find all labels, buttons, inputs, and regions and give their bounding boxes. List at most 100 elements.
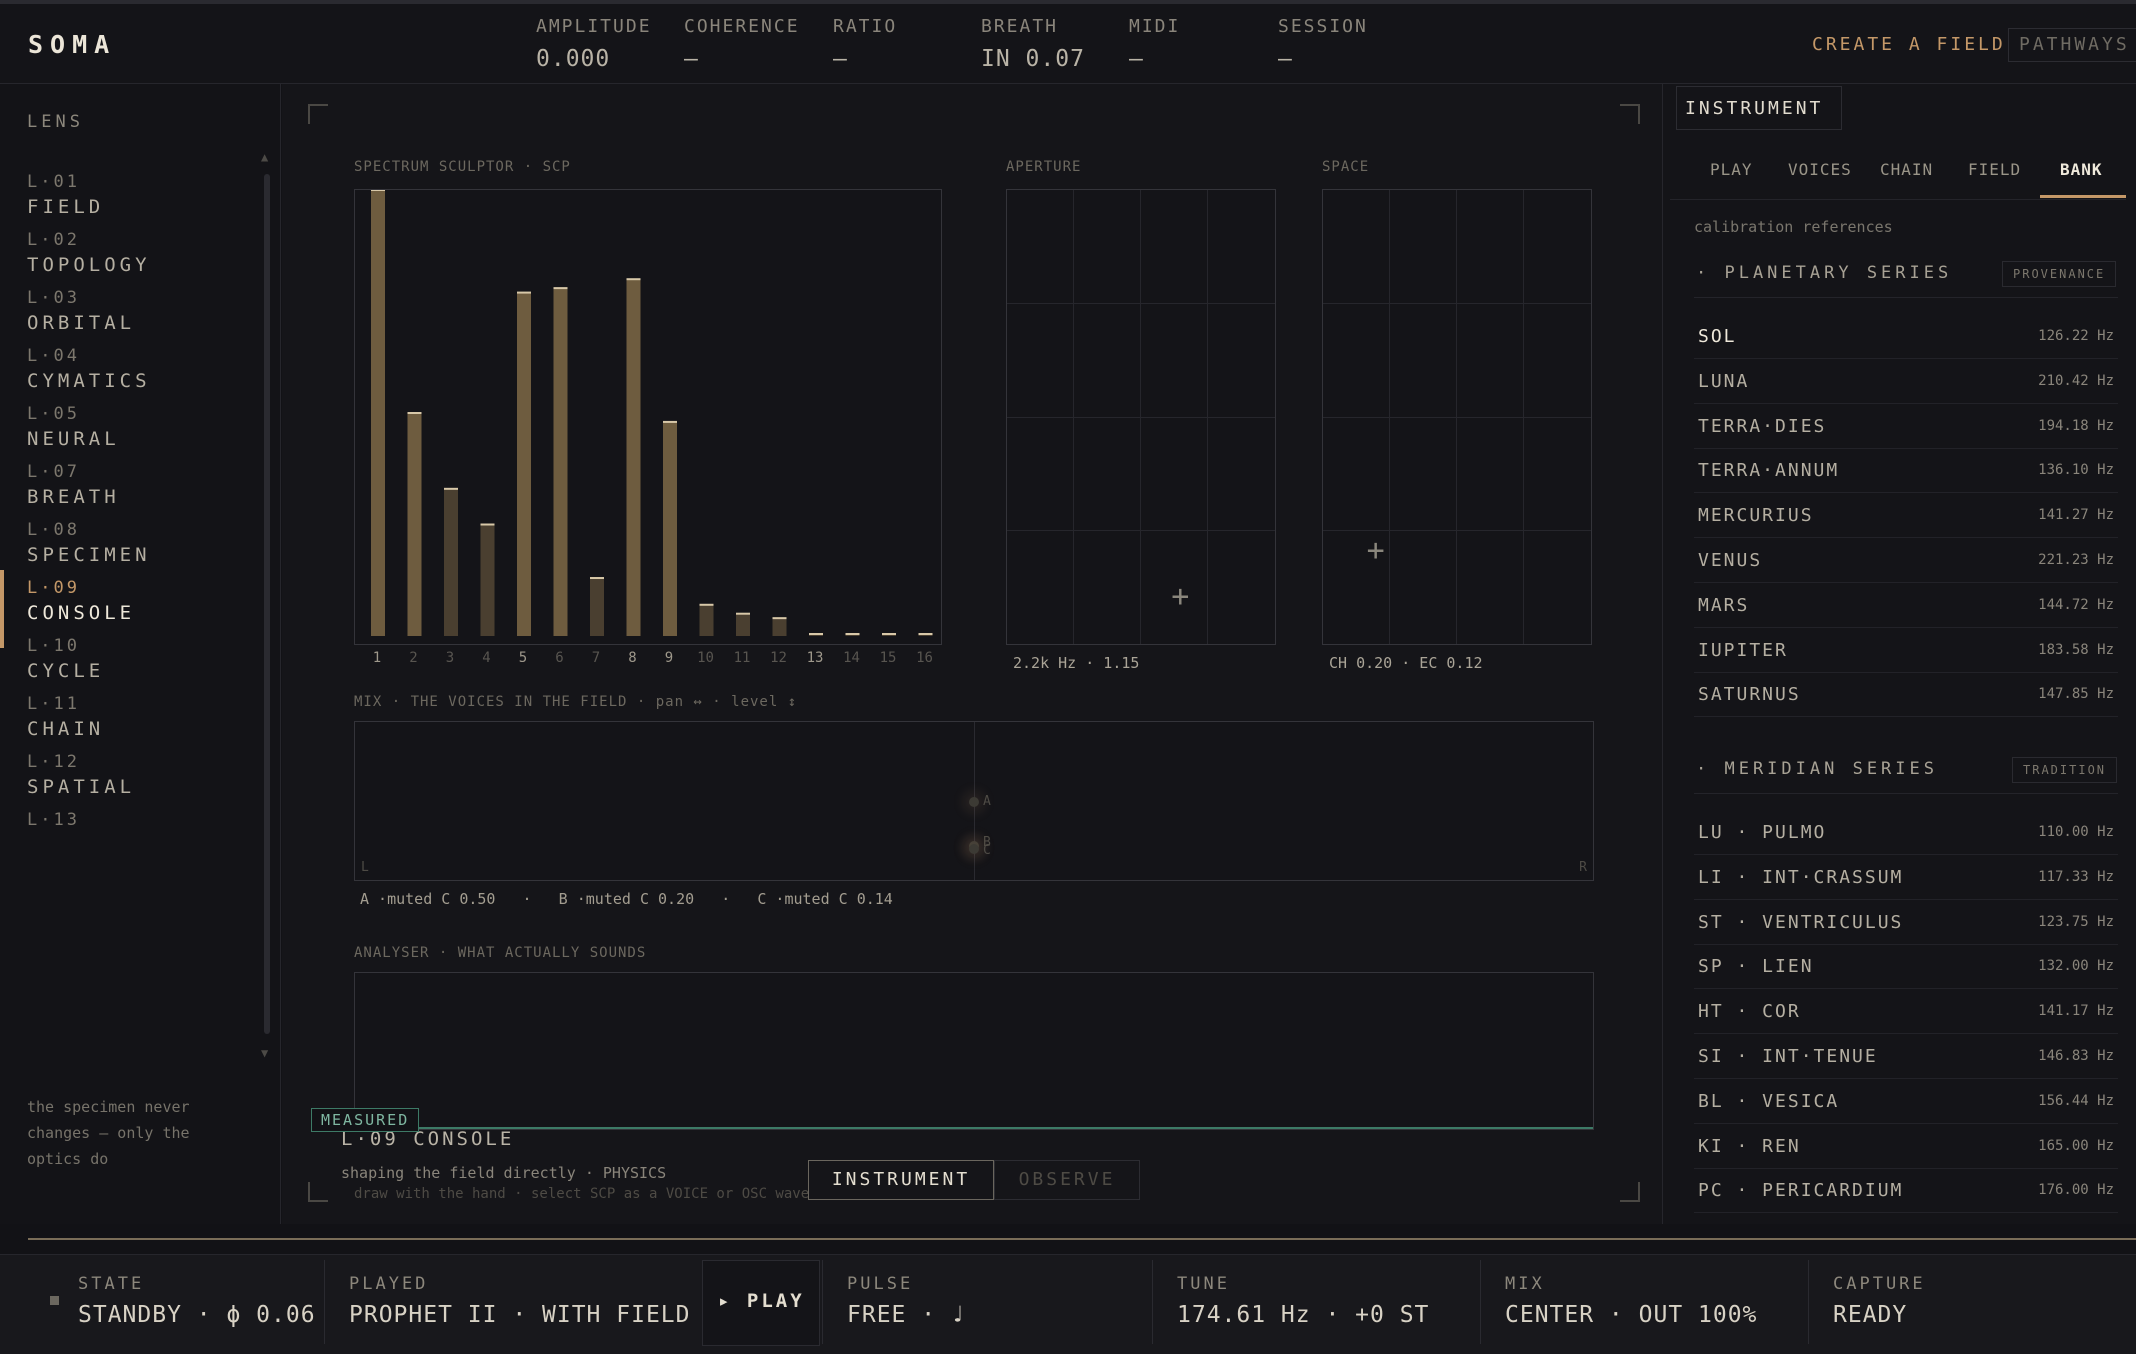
sidebar-item-lens[interactable]: L·13: [0, 810, 260, 880]
spectrum-bar[interactable]: [553, 288, 568, 636]
lens-number: L·12: [27, 752, 80, 772]
lens-name: CHAIN: [27, 718, 105, 740]
bank-row-name: KI · REN: [1698, 1135, 1801, 1157]
lens-number: L·01: [27, 172, 80, 192]
spectrum-tick-label: 9: [664, 650, 674, 666]
voice-dot-c[interactable]: [969, 844, 979, 854]
spectrum-bar[interactable]: [407, 413, 422, 636]
spectrum-sculptor[interactable]: [354, 189, 942, 645]
tab-voices[interactable]: VOICES: [1788, 160, 1852, 179]
play-button-label[interactable]: ▸ PLAY: [718, 1290, 805, 1312]
capture-value: READY: [1833, 1302, 1908, 1328]
pulse-label: PULSE: [847, 1274, 914, 1294]
bank-row-frequency: 141.17 Hz: [2038, 1003, 2114, 1020]
spectrum-bar[interactable]: [736, 613, 750, 636]
sidebar-scrollbar[interactable]: [264, 174, 270, 1034]
analyser-display: [354, 972, 1594, 1130]
spectrum-bar[interactable]: [517, 292, 531, 636]
bank-row-frequency: 146.83 Hz: [2038, 1048, 2114, 1064]
metric-label: SESSION: [1278, 16, 1368, 37]
bank-row[interactable]: SP · LIEN 132.00 Hz: [1694, 944, 2118, 990]
bank-row[interactable]: SATURNUS 147.85 Hz: [1694, 672, 2118, 718]
pulse-cell[interactable]: PULSE FREE · ♩: [822, 1260, 1153, 1344]
spectrum-bar-cap: [407, 412, 422, 414]
spectrum-bar-cap: [626, 278, 641, 281]
bank-row[interactable]: TERRA·ANNUM 136.10 Hz: [1694, 448, 2118, 494]
aperture-pad[interactable]: +: [1006, 189, 1276, 645]
spectrum-bar[interactable]: [590, 578, 604, 636]
mix-cell[interactable]: MIX CENTER · OUT 100%: [1480, 1260, 1809, 1344]
instrument-mode-button[interactable]: INSTRUMENT: [808, 1160, 994, 1200]
lens-name: NEURAL: [27, 428, 120, 450]
mix-field[interactable]: A B C L R: [354, 721, 1594, 881]
lens-number: L·07: [27, 462, 80, 482]
spectrum-bar[interactable]: [699, 604, 714, 636]
bank-row-name: SOL: [1698, 326, 1737, 347]
tradition-tag[interactable]: TRADITION: [2012, 757, 2118, 783]
bank-row-name: BL · VESICA: [1698, 1090, 1840, 1112]
bank-row-frequency: 117.33 Hz: [2038, 868, 2114, 885]
bank-row[interactable]: LU · PULMO 110.00 Hz: [1694, 810, 2118, 855]
grid-line: [1323, 417, 1591, 418]
bank-row[interactable]: SOL 126.22 Hz: [1694, 314, 2118, 359]
space-crosshair-icon[interactable]: +: [1367, 536, 1385, 566]
spectrum-bar[interactable]: [772, 618, 787, 636]
spectrum-bar-cap: [918, 633, 933, 635]
bank-row[interactable]: IUPITER 183.58 Hz: [1694, 628, 2118, 673]
bank-row[interactable]: KI · REN 165.00 Hz: [1694, 1124, 2118, 1169]
measured-badge: MEASURED: [311, 1108, 420, 1132]
spectrum-bar[interactable]: [480, 524, 495, 637]
provenance-tag[interactable]: PROVENANCE: [2002, 261, 2117, 287]
bank-row[interactable]: LI · INT·CRASSUM 117.33 Hz: [1694, 855, 2118, 900]
bank-row-frequency: 141.27 Hz: [2038, 507, 2114, 524]
frame-corner: [1620, 1182, 1640, 1202]
observe-mode-button[interactable]: OBSERVE: [994, 1160, 1140, 1200]
stage-subtitle: shaping the field directly · PHYSICS: [341, 1164, 667, 1182]
bank-row-name: LU · PULMO: [1698, 822, 1827, 843]
spectrum-bar[interactable]: [444, 488, 458, 636]
instrument-panel-header[interactable]: INSTRUMENT: [1676, 86, 1842, 130]
bank-row[interactable]: LUNA 210.42 Hz: [1694, 359, 2118, 404]
tab-field[interactable]: FIELD: [1968, 160, 2021, 179]
bank-row[interactable]: MARS 144.72 Hz: [1694, 583, 2118, 628]
bank-row[interactable]: HT · COR 141.17 Hz: [1694, 989, 2118, 1035]
bank-row[interactable]: MERCURIUS 141.27 Hz: [1694, 493, 2118, 539]
space-pad[interactable]: +: [1322, 189, 1592, 645]
scroll-up-icon[interactable]: ▲: [261, 150, 268, 164]
spectrum-bar[interactable]: [663, 421, 677, 636]
spectrum-label: SPECTRUM SCULPTOR · SCP: [354, 159, 571, 175]
pathways-button[interactable]: PATHWAYS: [2008, 28, 2136, 62]
create-field-link[interactable]: CREATE A FIELD: [1812, 34, 2006, 55]
lens-number: L·11: [27, 694, 80, 714]
aperture-crosshair-icon[interactable]: +: [1171, 581, 1189, 612]
space-label: SPACE: [1322, 159, 1370, 175]
scroll-down-icon[interactable]: ▼: [261, 1046, 268, 1060]
lens-number: L·09: [27, 578, 80, 598]
spectrum-bar[interactable]: [371, 190, 385, 636]
tab-play[interactable]: PLAY: [1710, 160, 1753, 179]
series-divider: [1694, 297, 2118, 298]
spectrum-tick-label: 6: [555, 650, 564, 666]
spectrum-bar-cap: [809, 633, 823, 635]
capture-cell[interactable]: CAPTURE READY: [1808, 1260, 2129, 1344]
voice-dot-a[interactable]: [969, 797, 979, 807]
bank-row[interactable]: SI · INT·TENUE 146.83 Hz: [1694, 1034, 2118, 1079]
tab-chain[interactable]: CHAIN: [1880, 160, 1933, 179]
app-logo[interactable]: SOMA: [28, 30, 116, 59]
bank-row[interactable]: TERRA·DIES 194.18 Hz: [1694, 404, 2118, 449]
frame-corner: [1620, 104, 1640, 124]
played-cell[interactable]: PLAYED PROPHET II · WITH FIELD: [324, 1260, 695, 1344]
spectrum-bar[interactable]: [626, 279, 641, 636]
spectrum-chart[interactable]: [355, 189, 941, 644]
mix-axis-right: R: [1579, 860, 1587, 875]
spectrum-bar-cap: [444, 487, 458, 490]
bank-row[interactable]: BL · VESICA 156.44 Hz: [1694, 1079, 2118, 1124]
capture-label: CAPTURE: [1833, 1274, 1926, 1294]
tab-bank[interactable]: BANK: [2060, 160, 2103, 179]
grid-line: [1323, 303, 1591, 304]
bank-row[interactable]: VENUS 221.23 Hz: [1694, 538, 2118, 583]
bank-row[interactable]: PC · PERICARDIUM 176.00 Hz: [1694, 1168, 2118, 1214]
sidebar-note: the specimen never changes — only the op…: [27, 1098, 190, 1168]
bank-row[interactable]: ST · VENTRICULUS 123.75 Hz: [1694, 900, 2118, 945]
tune-cell[interactable]: TUNE 174.61 Hz · +0 ST: [1152, 1260, 1481, 1344]
